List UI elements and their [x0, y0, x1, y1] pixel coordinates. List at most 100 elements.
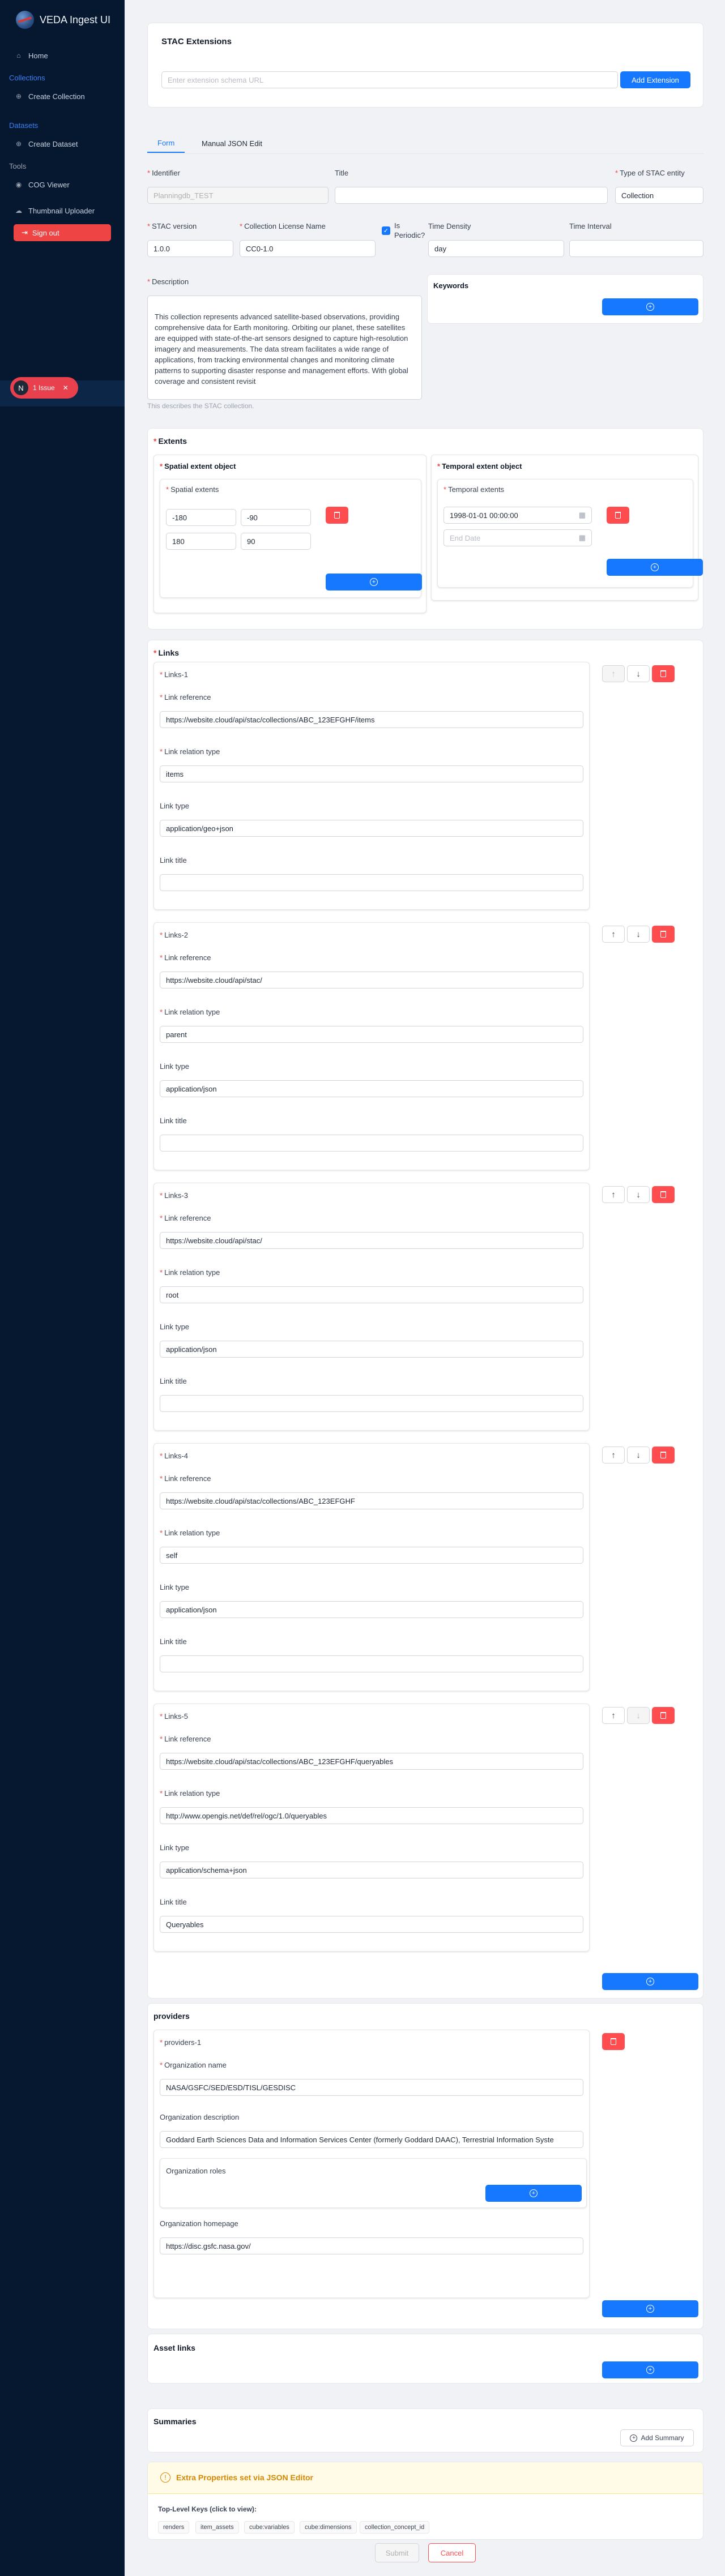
move-down-button[interactable]: ↓: [627, 1707, 650, 1724]
extension-url-input[interactable]: Enter extension schema URL: [161, 71, 618, 88]
sidebar-item-home[interactable]: ⌂ Home: [0, 46, 125, 65]
link-rel-input[interactable]: parent: [160, 1026, 583, 1043]
link-rel-input[interactable]: items: [160, 765, 583, 782]
link-href-input[interactable]: https://website.cloud/api/stac/: [160, 1232, 583, 1249]
spatial-south-input[interactable]: -90: [241, 509, 311, 526]
remove-spatial-button[interactable]: [326, 507, 348, 524]
move-up-button[interactable]: ↑: [602, 1707, 625, 1724]
link-href-input[interactable]: https://website.cloud/api/stac/collectio…: [160, 711, 583, 728]
start-date-input[interactable]: 1998-01-01 00:00:00 ▦: [443, 507, 592, 524]
app-title: VEDA Ingest UI: [40, 14, 111, 25]
remove-link-button[interactable]: [652, 665, 675, 682]
extra-key-tag[interactable]: cube:variables: [244, 2521, 295, 2534]
link-type-input[interactable]: application/geo+json: [160, 820, 583, 837]
link-type-input[interactable]: application/json: [160, 1341, 583, 1358]
org-homepage-label: Organization homepage: [160, 2219, 238, 2228]
move-down-button[interactable]: ↓: [627, 926, 650, 943]
link-title-input[interactable]: [160, 874, 583, 891]
trash-icon: [611, 2038, 616, 2045]
link-type-input[interactable]: application/json: [160, 1601, 583, 1618]
description-label: * Description: [147, 277, 189, 286]
add-spatial-button[interactable]: +: [326, 574, 422, 590]
link-title-input[interactable]: [160, 1655, 583, 1672]
sidebar-item-label: Create Collection: [28, 92, 85, 101]
title-input[interactable]: [335, 187, 608, 204]
link-rel-input[interactable]: self: [160, 1547, 583, 1564]
remove-link-button[interactable]: [652, 926, 675, 943]
add-link-button[interactable]: +: [602, 1973, 698, 1990]
plus-circle-icon: +: [370, 578, 378, 586]
remove-temporal-button[interactable]: [607, 507, 629, 524]
extra-key-tag[interactable]: cube:dimensions: [300, 2521, 357, 2534]
add-role-button[interactable]: +: [485, 2185, 582, 2202]
link-rel-input[interactable]: http://www.opengis.net/def/rel/ogc/1.0/q…: [160, 1807, 583, 1824]
close-icon[interactable]: ✕: [63, 384, 69, 392]
spatial-east-input[interactable]: 180: [166, 533, 236, 550]
move-down-button[interactable]: ↓: [627, 1186, 650, 1203]
end-date-input[interactable]: End Date ▦: [443, 529, 592, 546]
link-item-title: * Links-3: [160, 1191, 188, 1200]
submit-button[interactable]: Submit: [375, 2543, 419, 2562]
type-input[interactable]: Collection: [615, 187, 703, 204]
trash-icon: [334, 512, 340, 519]
link-title-input[interactable]: Queryables: [160, 1916, 583, 1933]
move-up-button[interactable]: ↑: [602, 926, 625, 943]
org-homepage-input[interactable]: https://disc.gsfc.nasa.gov/: [160, 2237, 583, 2254]
remove-link-button[interactable]: [652, 1447, 675, 1464]
move-up-button[interactable]: ↑: [602, 1447, 625, 1464]
link-title-input[interactable]: [160, 1135, 583, 1152]
link-title-label: Link title: [160, 1377, 187, 1385]
move-down-button[interactable]: ↓: [627, 665, 650, 682]
org-name-input[interactable]: NASA/GSFC/SED/ESD/TISL/GESDISC: [160, 2079, 583, 2096]
tab-form[interactable]: Form: [147, 134, 185, 153]
link-type-input[interactable]: application/schema+json: [160, 1862, 583, 1878]
plus-circle-icon: +: [646, 2305, 654, 2313]
add-provider-button[interactable]: +: [602, 2300, 698, 2317]
link-href-input[interactable]: https://website.cloud/api/stac/: [160, 972, 583, 989]
issue-badge[interactable]: N 1 Issue ✕: [10, 377, 78, 399]
time-interval-input[interactable]: [569, 240, 703, 257]
add-temporal-button[interactable]: +: [607, 559, 703, 576]
extra-key-tag[interactable]: renders: [158, 2521, 190, 2534]
link-title-input[interactable]: [160, 1395, 583, 1412]
move-up-button[interactable]: ↑: [602, 665, 625, 682]
move-down-button[interactable]: ↓: [627, 1447, 650, 1464]
add-asset-link-button[interactable]: +: [602, 2361, 698, 2378]
extra-key-tag[interactable]: collection_concept_id: [360, 2521, 430, 2534]
link-rel-input[interactable]: root: [160, 1286, 583, 1303]
remove-provider-button[interactable]: [602, 2033, 625, 2050]
cancel-button[interactable]: Cancel: [428, 2543, 476, 2562]
sidebar-item-create-collection[interactable]: ⊕ Create Collection: [0, 87, 125, 105]
description-textarea[interactable]: This collection represents advanced sate…: [147, 296, 422, 400]
add-summary-button[interactable]: + Add Summary: [620, 2429, 694, 2446]
spatial-west-input[interactable]: -180: [166, 509, 236, 526]
is-periodic-checkbox[interactable]: ✓: [382, 226, 390, 235]
add-keyword-button[interactable]: +: [602, 298, 698, 315]
org-description-input[interactable]: Goddard Earth Sciences Data and Informat…: [160, 2131, 583, 2148]
time-density-input[interactable]: day: [428, 240, 564, 257]
remove-link-button[interactable]: [652, 1707, 675, 1724]
sidebar-item-create-dataset[interactable]: ⊕ Create Dataset: [0, 135, 125, 153]
title-label: Title: [335, 169, 349, 177]
brand[interactable]: VEDA Ingest UI: [0, 0, 125, 40]
link-type-input[interactable]: application/json: [160, 1080, 583, 1097]
move-up-button[interactable]: ↑: [602, 1186, 625, 1203]
extra-key-tag[interactable]: item_assets: [195, 2521, 239, 2534]
remove-link-button[interactable]: [652, 1186, 675, 1203]
tab-manual-json-edit[interactable]: Manual JSON Edit: [191, 134, 272, 153]
temporal-extents-label: * Temporal extents: [443, 485, 505, 494]
stac-version-input[interactable]: 1.0.0: [147, 240, 233, 257]
spatial-north-input[interactable]: 90: [241, 533, 311, 550]
link-item-title: * Links-1: [160, 670, 188, 679]
identifier-input[interactable]: Planningdb_TEST: [147, 187, 329, 204]
link-href-input[interactable]: https://website.cloud/api/stac/collectio…: [160, 1492, 583, 1509]
sign-out-button[interactable]: ⇥ Sign out: [14, 224, 111, 241]
add-extension-button[interactable]: Add Extension: [620, 71, 690, 88]
trash-icon: [660, 931, 666, 938]
description-help: This describes the STAC collection.: [147, 402, 254, 410]
sidebar-item-thumbnail-uploader[interactable]: ☁ Thumbnail Uploader: [0, 202, 125, 220]
sidebar-item-cog-viewer[interactable]: ◉ COG Viewer: [0, 176, 125, 194]
issue-avatar: N: [14, 380, 28, 395]
license-input[interactable]: CC0-1.0: [240, 240, 376, 257]
link-href-input[interactable]: https://website.cloud/api/stac/collectio…: [160, 1753, 583, 1770]
